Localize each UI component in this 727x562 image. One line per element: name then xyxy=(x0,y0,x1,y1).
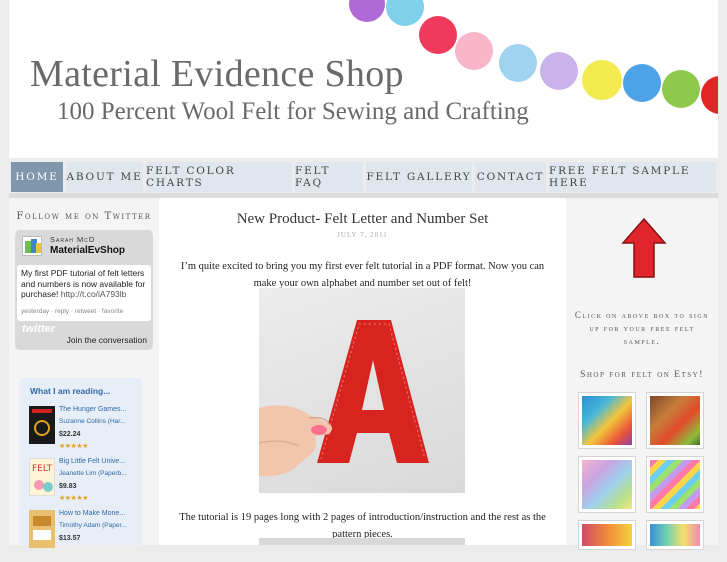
book-price: $13.57 xyxy=(59,535,81,542)
nav-contact[interactable]: Contact xyxy=(475,162,546,192)
book-title[interactable]: Big Little Felt Unive... xyxy=(59,458,125,465)
nav-about-me[interactable]: About Me xyxy=(66,162,143,192)
felt-thumbnail[interactable] xyxy=(578,392,636,449)
reading-title: What I am reading... xyxy=(30,386,111,396)
book-price: $9.83 xyxy=(59,483,77,490)
book-author[interactable]: Jeanette Lim (Paperb... xyxy=(59,470,127,477)
book-item[interactable]: How to Make Mone... Timothy Adam (Paper.… xyxy=(29,510,139,562)
book-title[interactable]: How to Make Mone... xyxy=(59,510,125,517)
main-nav: Home About Me Felt Color Charts Felt FAQ… xyxy=(9,162,718,192)
felt-dot-pink xyxy=(455,32,493,70)
felt-dot-blue2 xyxy=(623,64,661,102)
felt-dot-red xyxy=(419,16,457,54)
book-author[interactable]: Timothy Adam (Paper... xyxy=(59,522,127,529)
felt-thumbnail[interactable] xyxy=(578,456,636,513)
felt-dot-green xyxy=(662,70,700,108)
book-cover[interactable] xyxy=(29,510,55,548)
reading-widget: What I am reading... The Hunger Games...… xyxy=(19,378,142,548)
site-subtitle: 100 Percent Wool Felt for Sewing and Cra… xyxy=(57,98,529,125)
post-title[interactable]: New Product- Felt Letter and Number Set xyxy=(159,211,566,228)
felt-dot-lavender xyxy=(540,52,578,90)
nav-free-felt-sample[interactable]: Free Felt Sample Here xyxy=(549,162,716,192)
book-rating-stars: ★★★★★ xyxy=(59,442,88,450)
twitter-logo-icon[interactable]: twitter xyxy=(22,323,55,335)
svg-text:FELT: FELT xyxy=(32,464,53,474)
nav-home[interactable]: Home xyxy=(11,162,63,192)
tweet-meta[interactable]: yesterday · reply · retweet · favorite xyxy=(21,307,123,318)
felt-dot-blue xyxy=(386,0,424,26)
twitter-widget-header: Sarah McD MaterialEvShop xyxy=(15,230,153,264)
post-area: New Product- Felt Letter and Number Set … xyxy=(159,198,566,545)
book-item[interactable]: FELT Big Little Felt Unive... Jeanette L… xyxy=(29,458,139,510)
post-intro: I’m quite excited to bring you my first … xyxy=(180,261,545,289)
book-cover[interactable]: FELT xyxy=(29,458,55,496)
book-price: $22.24 xyxy=(59,431,81,438)
join-conversation-link[interactable]: Join the conversation xyxy=(67,335,147,345)
tweet: My first PDF tutorial of felt letters an… xyxy=(17,265,151,321)
nav-felt-gallery[interactable]: Felt Gallery xyxy=(366,162,472,192)
felt-thumbnail[interactable] xyxy=(646,456,704,513)
felt-dot-yellow xyxy=(582,60,622,100)
twitter-handle[interactable]: MaterialEvShop xyxy=(50,245,125,256)
book-cover[interactable] xyxy=(29,406,55,444)
avatar[interactable] xyxy=(22,236,42,256)
felt-dot-red2 xyxy=(701,76,718,114)
follow-heading: Follow me on Twitter xyxy=(16,211,152,222)
twitter-widget: Sarah McD MaterialEvShop My first PDF tu… xyxy=(15,230,153,350)
second-photo-top xyxy=(259,538,465,545)
right-sidebar: Click on above box to sign up for your f… xyxy=(566,198,718,550)
post-date: JULY 7, 2011 xyxy=(337,231,388,239)
felt-thumbnail[interactable] xyxy=(646,392,704,449)
nav-felt-color-charts[interactable]: Felt Color Charts xyxy=(146,162,292,192)
site-header: Material Evidence Shop 100 Percent Wool … xyxy=(9,0,718,158)
felt-thumbnail[interactable] xyxy=(646,520,704,550)
up-arrow-icon[interactable] xyxy=(621,217,667,279)
twitter-display-name[interactable]: Sarah McD xyxy=(50,235,95,244)
felt-dot-lightblue xyxy=(499,44,537,82)
book-rating-stars: ★★★★★ xyxy=(59,494,88,502)
book-item[interactable]: The Hunger Games... Suzanne Collins (Har… xyxy=(29,406,139,458)
book-title[interactable]: The Hunger Games... xyxy=(59,406,126,413)
felt-thumbnail[interactable] xyxy=(578,520,636,550)
etsy-heading: Shop for felt on Etsy! xyxy=(580,370,704,380)
sample-signup-caption: Click on above box to sign up for your f… xyxy=(574,310,710,346)
felt-letter-photo[interactable]: A xyxy=(259,288,465,493)
nav-felt-faq[interactable]: Felt FAQ xyxy=(295,162,363,192)
site-title[interactable]: Material Evidence Shop xyxy=(30,52,404,96)
tweet-link[interactable]: http://t.co/iA793lb xyxy=(61,289,127,299)
felt-dot-purple xyxy=(349,0,385,22)
book-author[interactable]: Suzanne Collins (Har... xyxy=(59,418,125,425)
